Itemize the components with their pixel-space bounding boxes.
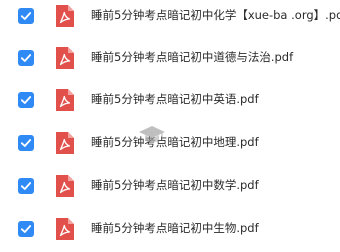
pdf-file-icon	[56, 218, 74, 240]
checkmark-icon	[20, 12, 32, 20]
pdf-file-icon	[56, 89, 74, 111]
file-checkbox[interactable]	[18, 178, 34, 194]
file-checkbox[interactable]	[18, 135, 34, 151]
pdf-file-icon	[56, 47, 74, 69]
pdf-file-icon	[56, 5, 74, 27]
file-row[interactable]: 睡前5分钟考点暗记初中生物.pdf	[0, 215, 340, 245]
pdf-file-icon	[56, 175, 74, 197]
pdf-file-icon	[56, 132, 74, 154]
file-name[interactable]: 睡前5分钟考点暗记初中数学.pdf	[91, 176, 259, 194]
graduation-cap-icon	[139, 126, 165, 143]
file-checkbox[interactable]	[18, 221, 34, 237]
file-row[interactable]: 睡前5分钟考点暗记初中英语.pdf	[0, 86, 340, 116]
file-name[interactable]: 睡前5分钟考点暗记初中生物.pdf	[91, 219, 259, 237]
file-checkbox[interactable]	[18, 8, 34, 24]
file-checkbox[interactable]	[18, 92, 34, 108]
checkmark-icon	[20, 182, 32, 190]
file-checkbox[interactable]	[18, 50, 34, 66]
file-name[interactable]: 睡前5分钟考点暗记初中英语.pdf	[91, 90, 259, 108]
file-list: 睡前5分钟考点暗记初中化学【xue-ba .org】.pdf 睡前5分钟考点暗记…	[0, 0, 340, 252]
file-row[interactable]: 睡前5分钟考点暗记初中化学【xue-ba .org】.pdf	[0, 2, 340, 32]
checkmark-icon	[20, 139, 32, 147]
file-row[interactable]: 睡前5分钟考点暗记初中道德与法治.pdf	[0, 44, 340, 74]
file-name[interactable]: 睡前5分钟考点暗记初中道德与法治.pdf	[91, 48, 293, 66]
checkmark-icon	[20, 225, 32, 233]
file-row[interactable]: 睡前5分钟考点暗记初中地理.pdf	[0, 129, 340, 159]
checkmark-icon	[20, 54, 32, 62]
file-row[interactable]: 睡前5分钟考点暗记初中数学.pdf	[0, 172, 340, 202]
file-name[interactable]: 睡前5分钟考点暗记初中地理.pdf	[91, 133, 259, 151]
file-name[interactable]: 睡前5分钟考点暗记初中化学【xue-ba .org】.pdf	[91, 6, 340, 24]
checkmark-icon	[20, 96, 32, 104]
